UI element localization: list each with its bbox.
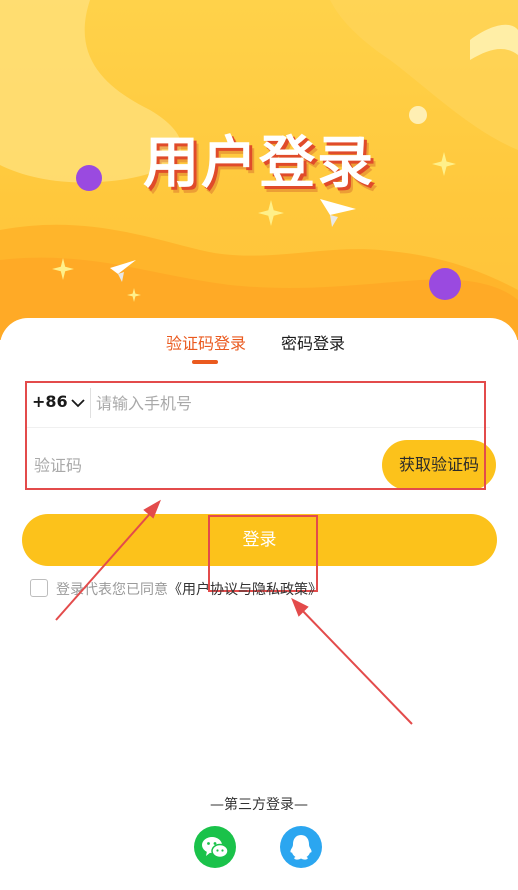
purple-circle-decor <box>429 268 461 300</box>
third-party-title: —第三方登录— <box>210 797 308 813</box>
agreement-link[interactable]: 《用户协议与隐私政策》 <box>168 582 322 598</box>
header-banner: 用户登录 <box>0 0 518 340</box>
country-code-selector[interactable]: +86 <box>32 392 85 412</box>
paper-plane-icon <box>110 260 136 282</box>
verification-code-input[interactable] <box>34 448 354 482</box>
agreement-text: 登录代表您已同意《用户协议与隐私政策》 <box>56 579 322 599</box>
wechat-login-button[interactable] <box>194 826 236 868</box>
country-code-value: +86 <box>32 392 68 411</box>
divider <box>90 388 91 418</box>
login-tabs: 验证码登录 密码登录 <box>0 332 518 372</box>
sparkle-icon <box>127 288 141 302</box>
login-button[interactable]: 登录 <box>22 514 497 566</box>
sparkle-icon <box>52 258 74 280</box>
agreement-prefix: 登录代表您已同意 <box>56 582 168 598</box>
wechat-icon <box>202 837 229 859</box>
agreement-checkbox[interactable] <box>30 579 48 597</box>
paper-plane-icon <box>320 199 356 227</box>
tab-sms-code-login[interactable]: 验证码登录 <box>166 332 246 356</box>
page-title: 用户登录 <box>143 131 375 196</box>
tab-active-indicator <box>192 360 218 364</box>
qq-login-button[interactable] <box>280 826 322 868</box>
chevron-down-icon <box>71 393 85 412</box>
get-code-button[interactable]: 获取验证码 <box>382 440 496 490</box>
qq-icon <box>290 835 312 860</box>
verification-code-field <box>26 440 366 490</box>
phone-number-input[interactable] <box>96 386 476 420</box>
tab-password-login[interactable]: 密码登录 <box>281 332 345 356</box>
phone-row: +86 <box>26 378 490 428</box>
sparkle-icon <box>258 200 284 226</box>
